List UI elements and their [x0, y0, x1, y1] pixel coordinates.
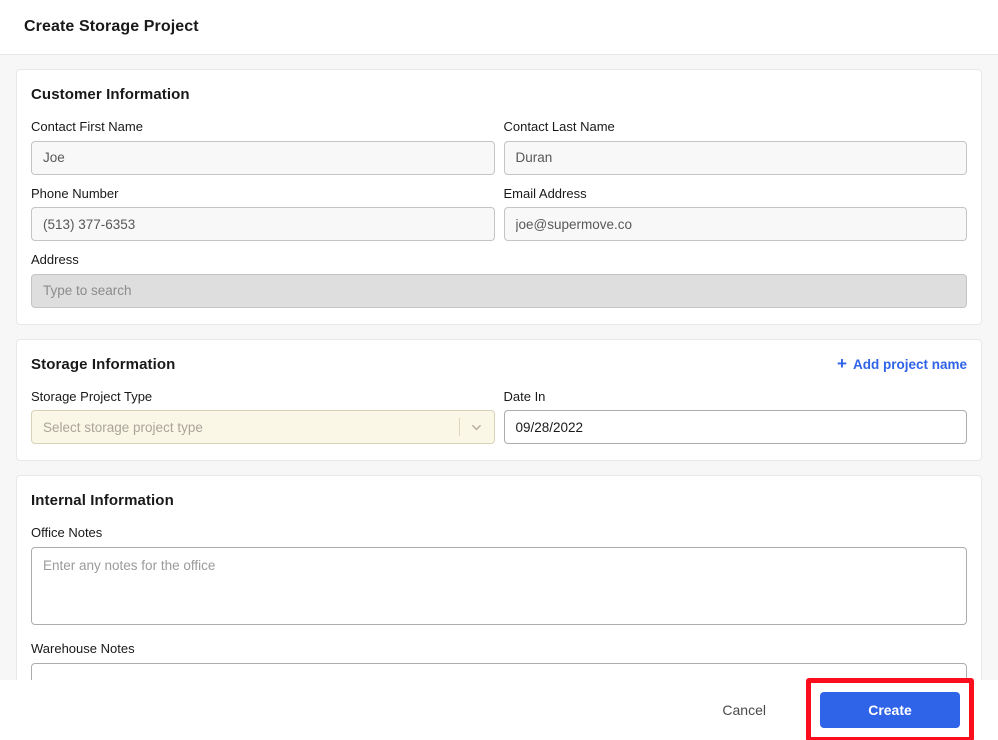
storage-information-title: Storage Information: [31, 356, 175, 373]
field-office-notes: Office Notes: [31, 525, 967, 630]
contact-last-name-label: Contact Last Name: [504, 119, 968, 135]
storage-project-type-select-wrap: Select storage project type: [31, 410, 495, 444]
field-storage-project-type: Storage Project Type Select storage proj…: [31, 389, 495, 445]
field-warehouse-notes: Warehouse Notes: [31, 641, 967, 680]
customer-information-card: Customer Information Contact First Name …: [16, 69, 982, 325]
storage-project-type-label: Storage Project Type: [31, 389, 495, 405]
field-phone-number: Phone Number: [31, 186, 495, 242]
warehouse-notes-row: Warehouse Notes: [31, 641, 967, 680]
field-email-address: Email Address: [504, 186, 968, 242]
internal-information-title: Internal Information: [31, 492, 174, 509]
email-address-label: Email Address: [504, 186, 968, 202]
contact-row: Phone Number Email Address: [31, 186, 967, 242]
field-date-in: Date In: [504, 389, 968, 445]
dialog-header: Create Storage Project: [0, 0, 998, 55]
address-row: Address: [31, 252, 967, 308]
plus-icon: +: [837, 355, 847, 372]
create-button[interactable]: Create: [820, 692, 960, 728]
office-notes-label: Office Notes: [31, 525, 967, 541]
email-address-input[interactable]: [504, 207, 968, 241]
field-address: Address: [31, 252, 967, 308]
customer-information-title: Customer Information: [31, 86, 190, 103]
dialog-footer: Cancel Create: [0, 680, 998, 740]
select-separator: [459, 418, 460, 436]
address-search-input[interactable]: [31, 274, 967, 308]
add-project-name-button[interactable]: + Add project name: [837, 356, 967, 373]
storage-fields-row: Storage Project Type Select storage proj…: [31, 389, 967, 445]
customer-information-header: Customer Information: [31, 86, 967, 103]
internal-information-card: Internal Information Office Notes Wareho…: [16, 475, 982, 680]
phone-number-label: Phone Number: [31, 186, 495, 202]
page-title: Create Storage Project: [24, 18, 199, 36]
address-label: Address: [31, 252, 967, 268]
warehouse-notes-label: Warehouse Notes: [31, 641, 967, 657]
create-storage-project-dialog: Create Storage Project Customer Informat…: [0, 0, 998, 740]
contact-first-name-label: Contact First Name: [31, 119, 495, 135]
internal-information-header: Internal Information: [31, 492, 967, 509]
office-notes-row: Office Notes: [31, 525, 967, 630]
contact-first-name-input[interactable]: [31, 141, 495, 175]
field-contact-first-name: Contact First Name: [31, 119, 495, 175]
add-project-name-label: Add project name: [853, 357, 967, 372]
chevron-down-icon: [470, 421, 483, 434]
storage-project-type-select[interactable]: Select storage project type: [31, 410, 495, 444]
name-row: Contact First Name Contact Last Name: [31, 119, 967, 175]
phone-number-input[interactable]: [31, 207, 495, 241]
storage-information-card: Storage Information + Add project name S…: [16, 339, 982, 462]
contact-last-name-input[interactable]: [504, 141, 968, 175]
field-contact-last-name: Contact Last Name: [504, 119, 968, 175]
cancel-button[interactable]: Cancel: [706, 692, 782, 728]
office-notes-textarea[interactable]: [31, 547, 967, 625]
storage-project-type-placeholder: Select storage project type: [43, 420, 459, 435]
create-button-highlight: Create: [806, 678, 974, 740]
date-in-input[interactable]: [504, 410, 968, 444]
form-scroll-area[interactable]: Customer Information Contact First Name …: [0, 55, 998, 680]
storage-information-header: Storage Information + Add project name: [31, 356, 967, 373]
date-in-label: Date In: [504, 389, 968, 405]
